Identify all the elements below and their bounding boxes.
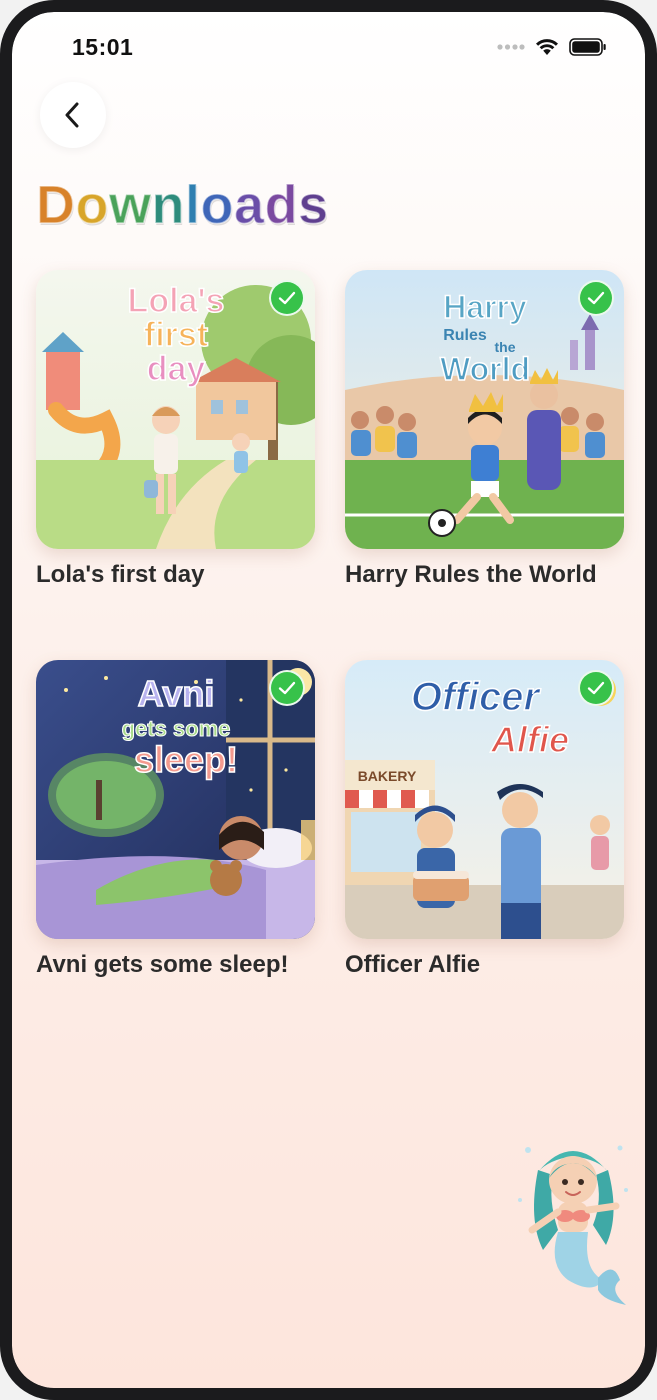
book-title[interactable]: Harry Rules the World [345,561,624,589]
cover-title-line-2: first [144,316,208,354]
cover-illustration: Lola's first day [36,270,315,549]
title-letter: l [184,174,201,236]
downloaded-check-icon [269,670,305,706]
status-time: 15:01 [72,34,134,60]
battery-icon [569,38,606,56]
downloaded-check-icon [578,670,614,706]
book-card-harry-rules-the-world[interactable]: Harry Rules the World Harry Rules the Wo… [345,270,624,589]
title-letter: D [35,174,76,236]
cellular-dots-icon [497,44,525,50]
cover-title-line-1: Avni [138,673,215,714]
cover-title-line-2: Alfie [490,719,569,760]
cover-illustration: BAKERY Officer Alfie [345,660,624,939]
cover-title-line-1: Lola's [128,282,225,320]
title-letter: a [233,174,265,236]
book-cover[interactable]: Harry Rules the World [345,270,624,549]
title-letter: o [75,174,109,236]
book-card-officer-alfie[interactable]: BAKERY Officer Alfie Officer Alfie [345,660,624,979]
status-bar: 15:01 [12,12,645,82]
book-title[interactable]: Avni gets some sleep! [36,951,315,979]
title-letter: w [108,174,152,236]
title-letter: s [297,174,329,236]
title-letter: n [151,174,186,236]
book-cover[interactable]: Lola's first day [36,270,315,549]
cover-title-line-4: World [440,351,530,387]
wifi-icon [536,39,558,55]
cover-illustration: Harry Rules the World [345,270,624,549]
chevron-left-icon [65,102,79,128]
cover-title-line-1: Harry [443,289,527,325]
title-letter: d [264,174,299,236]
status-icons [497,38,607,56]
back-button[interactable] [40,82,106,148]
book-cover[interactable]: BAKERY Officer Alfie [345,660,624,939]
cover-title-line-2: gets some [122,716,231,741]
title-letter: o [200,174,235,236]
cover-title-line-3: day [147,350,206,388]
bakery-sign: BAKERY [358,768,417,784]
book-title[interactable]: Officer Alfie [345,951,624,979]
page-title: Downloads [35,170,329,240]
cover-title-line-1: Officer [411,675,542,719]
cover-illustration: Avni gets some sleep! [36,660,315,939]
downloaded-check-icon [578,280,614,316]
downloaded-check-icon [269,280,305,316]
screen: 15:01 Downloads Lola's first day Lola's … [12,12,645,1388]
cover-title-line-2: Rules [443,327,487,344]
book-cover[interactable]: Avni gets some sleep! [36,660,315,939]
book-title[interactable]: Lola's first day [36,561,315,589]
mermaid-mascot-icon[interactable] [508,1130,638,1320]
cover-title-line-3: sleep! [134,739,238,780]
book-card-avni-gets-some-sleep[interactable]: Avni gets some sleep! Avni gets some sle… [36,660,315,979]
device-frame: 15:01 Downloads Lola's first day Lola's … [0,0,657,1400]
book-card-lolas-first-day[interactable]: Lola's first day Lola's first day [36,270,315,589]
